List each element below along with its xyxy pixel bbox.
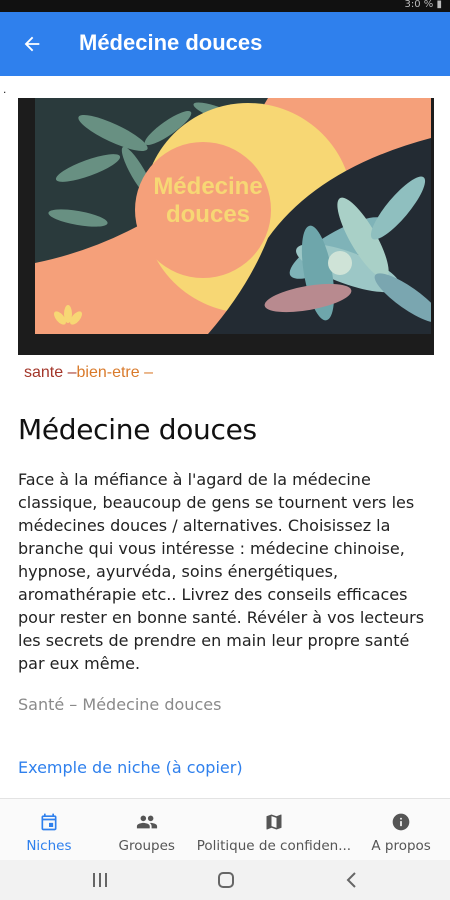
chevron-left-icon: [346, 872, 356, 888]
status-bar: 3:0 % ▮: [0, 0, 450, 12]
article-title: Médecine douces: [18, 413, 257, 446]
example-niche-link[interactable]: Exemple de niche (à copier): [18, 758, 243, 777]
article-category: Santé – Médecine douces: [18, 695, 222, 714]
nav-label-apropos: A propos: [371, 838, 431, 854]
nav-item-niches[interactable]: Niches: [0, 799, 98, 860]
info-icon: [390, 811, 412, 833]
nav-item-groupes[interactable]: Groupes: [98, 799, 196, 860]
nav-item-politique[interactable]: Politique de confiden...: [196, 799, 353, 860]
article-description: Face à la méfiance à l'agard de la médec…: [18, 470, 425, 673]
app-bar-title: Médecine douces: [79, 30, 263, 55]
nav-label-niches: Niches: [26, 838, 72, 854]
tag-bien-etre[interactable]: bien-etre –: [76, 364, 153, 381]
stray-dot: .: [3, 82, 7, 96]
tag-list: sante –bien-etre –: [24, 364, 153, 382]
nav-label-groupes: Groupes: [118, 838, 175, 854]
recents-icon: [93, 873, 107, 887]
calendar-icon: [38, 811, 60, 833]
hero-title-line2: douces: [166, 201, 250, 228]
home-icon: [218, 872, 234, 888]
people-icon: [136, 811, 158, 833]
nav-item-apropos[interactable]: A propos: [352, 799, 450, 860]
hero-image: Médecine douces: [18, 98, 434, 355]
app-bar: Médecine douces: [0, 12, 450, 76]
recents-button[interactable]: [85, 868, 115, 892]
back-button[interactable]: [12, 24, 52, 64]
map-icon: [263, 811, 285, 833]
system-navigation-bar: [0, 860, 450, 900]
arrow-back-icon: [24, 36, 40, 52]
tag-sante[interactable]: sante –: [24, 364, 76, 381]
bottom-navigation: Niches Groupes Politique de confiden... …: [0, 798, 450, 860]
back-system-button[interactable]: [337, 868, 367, 892]
status-text: 3:0 % ▮: [404, 0, 442, 10]
hero-title-line1: Médecine: [153, 173, 262, 200]
nav-label-politique: Politique de confiden...: [196, 838, 352, 854]
home-button[interactable]: [211, 868, 241, 892]
